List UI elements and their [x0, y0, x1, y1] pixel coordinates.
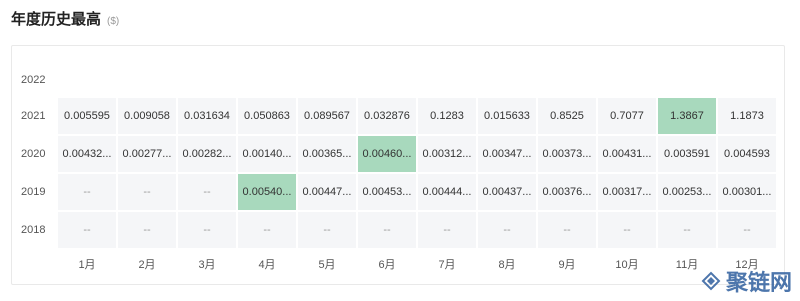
table-cell [298, 64, 356, 96]
table-cell: -- [58, 212, 116, 248]
table-cell: 0.00444... [418, 174, 476, 210]
month-label: 6月 [378, 259, 396, 271]
table-cell: 1.1873 [718, 98, 776, 134]
table-cell: 0.004593 [718, 136, 776, 172]
table-cell [58, 64, 116, 96]
table-cell: 0.005595 [58, 98, 116, 134]
table-cell: -- [178, 174, 236, 210]
table-cell: 0.00253... [658, 174, 716, 210]
table-cell: -- [718, 212, 776, 248]
table-cell: -- [418, 212, 476, 248]
table-cell: -- [178, 212, 236, 248]
table-cell: 0.00277... [118, 136, 176, 172]
table-cell: 0.089567 [298, 98, 356, 134]
table-cell [478, 64, 536, 96]
table-cell: 0.00373... [538, 136, 596, 172]
table-cell: 0.00431... [598, 136, 656, 172]
table-cell: -- [538, 212, 596, 248]
table-cell: 0.032876 [358, 98, 416, 134]
chain-logo-icon [701, 271, 721, 291]
month-label: 2月 [138, 259, 156, 271]
table-cell: 0.00540... [238, 174, 296, 210]
table-cell: 0.00432... [58, 136, 116, 172]
year-label: 2020 [21, 148, 46, 160]
table-cell: 0.00460... [358, 136, 416, 172]
table-cell: 0.009058 [118, 98, 176, 134]
table-cell: 0.015633 [478, 98, 536, 134]
table-cell: -- [238, 212, 296, 248]
table-cell [598, 64, 656, 96]
table-cell: 0.00317... [598, 174, 656, 210]
table-cell: 0.00453... [358, 174, 416, 210]
month-label: 1月 [78, 259, 96, 271]
month-label: 4月 [258, 259, 276, 271]
table-cell: -- [598, 212, 656, 248]
month-label: 3月 [198, 259, 216, 271]
watermark: 聚链网 [700, 265, 792, 297]
table-cell: 0.7077 [598, 98, 656, 134]
year-label: 2021 [21, 110, 46, 122]
table-cell: 0.031634 [178, 98, 236, 134]
table-cell: 0.00365... [298, 136, 356, 172]
table-corner [18, 250, 56, 278]
table-cell: 0.003591 [658, 136, 716, 172]
currency-unit: ($) [107, 16, 120, 27]
month-label: 8月 [498, 259, 516, 271]
table-cell: -- [658, 212, 716, 248]
year-label: 2019 [21, 186, 46, 198]
header: 年度历史最高 ($) [11, 8, 119, 29]
table-cell: -- [58, 174, 116, 210]
table-cell: 0.1283 [418, 98, 476, 134]
table-cell: -- [478, 212, 536, 248]
table-cell: 1.3867 [658, 98, 716, 134]
table-cell: -- [118, 174, 176, 210]
table-cell [718, 64, 776, 96]
month-label: 10月 [615, 259, 639, 271]
table-cell [358, 64, 416, 96]
month-label: 7月 [438, 259, 456, 271]
table-cell: 0.050863 [238, 98, 296, 134]
table-cell: 0.00140... [238, 136, 296, 172]
table-cell [118, 64, 176, 96]
month-label: 5月 [318, 259, 336, 271]
page-title: 年度历史最高 [11, 11, 102, 28]
year-label: 2022 [21, 74, 46, 86]
table-cell: 0.00282... [178, 136, 236, 172]
table-cell: -- [358, 212, 416, 248]
table-cell [538, 64, 596, 96]
history-high-panel: 2022 2021 0.005595 0.009058 0.031634 0.050863… [11, 45, 785, 285]
table-cell: 0.00437... [478, 174, 536, 210]
watermark-text: 聚链网 [725, 270, 792, 296]
table-cell: 0.00312... [418, 136, 476, 172]
yearly-high-table: 2022 2021 0.005595 0.009058 0.031634 0.050863… [18, 64, 776, 278]
table-cell [238, 64, 296, 96]
table-cell: 0.8525 [538, 98, 596, 134]
table-cell: -- [298, 212, 356, 248]
table-cell [178, 64, 236, 96]
year-label: 2018 [21, 224, 46, 236]
table-cell: 0.00447... [298, 174, 356, 210]
month-label: 9月 [558, 259, 576, 271]
table-cell: 0.00301... [718, 174, 776, 210]
table-cell [418, 64, 476, 96]
table-cell: -- [118, 212, 176, 248]
table-cell [658, 64, 716, 96]
table-cell: 0.00347... [478, 136, 536, 172]
table-cell: 0.00376... [538, 174, 596, 210]
